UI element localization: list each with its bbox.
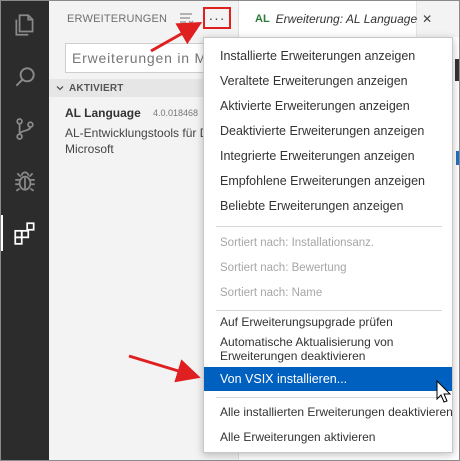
menu-item-show-outdated[interactable]: Veraltete Erweiterungen anzeigen [204,69,452,93]
activity-extensions[interactable] [1,211,49,255]
tab-extension-al-language[interactable]: AL Erweiterung: AL Language ✕ [239,1,432,37]
menu-item-show-builtin[interactable]: Integrierte Erweiterungen anzeigen [204,144,452,168]
tab-bar: AL Erweiterung: AL Language ✕ [239,1,459,37]
extension-publisher: Microsoft [65,142,114,156]
menu-separator [216,397,442,398]
extensions-icon [14,222,35,245]
activity-debug[interactable] [1,159,49,203]
menu-item-sort-installs: Sortiert nach: Installationsanz. [220,237,375,249]
activity-explorer[interactable] [1,3,49,47]
tab-label: Erweiterung: AL Language [275,12,418,26]
debug-icon [15,171,35,192]
menu-item-show-popular[interactable]: Beliebte Erweiterungen anzeigen [204,194,452,218]
activity-search[interactable] [1,55,49,99]
al-file-icon: AL [255,13,270,25]
close-icon[interactable]: ✕ [422,12,432,26]
menu-item-line: Automatische Aktualisierung von [220,335,394,349]
explorer-icon [15,14,34,36]
editor-button-peek [456,151,459,165]
more-actions-button[interactable]: ··· [203,7,231,29]
editor-content-peek [455,59,459,81]
menu-item-show-enabled[interactable]: Aktivierte Erweiterungen anzeigen [204,94,452,118]
chevron-down-icon [56,86,64,91]
sidebar-header: ERWEITERUNGEN ··· [49,1,239,37]
section-label: AKTIVIERT [69,82,124,94]
activity-bar [1,1,49,460]
menu-item-sort-name: Sortiert nach: Name [220,287,323,299]
activity-source-control[interactable] [1,107,49,151]
menu-item-disable-auto-update[interactable]: Automatische Aktualisierung von Erweiter… [204,333,452,365]
more-actions-icon: ··· [208,10,226,26]
menu-item-show-disabled[interactable]: Deaktivierte Erweiterungen anzeigen [204,119,452,143]
extension-version: 4.0.018468 [153,108,199,118]
search-icon [15,67,35,87]
menu-separator [216,226,442,227]
window: ERWEITERUNGEN ··· AKTIVIERT AL Language … [0,0,460,461]
menu-item-check-updates[interactable]: Auf Erweiterungsupgrade prüfen [204,310,452,334]
sidebar-title: ERWEITERUNGEN [67,13,168,25]
more-actions-menu: Installierte Erweiterungen anzeigen Vera… [203,37,453,453]
menu-item-sort-rating: Sortiert nach: Bewertung [220,262,347,274]
menu-item-enable-all[interactable]: Alle Erweiterungen aktivieren [204,425,452,449]
extension-name: AL Language [65,106,141,120]
menu-item-install-vsix[interactable]: Von VSIX installieren... [204,367,452,391]
menu-item-show-installed[interactable]: Installierte Erweiterungen anzeigen [204,44,452,68]
clear-filter-icon[interactable] [179,12,195,26]
source-control-icon [16,118,34,140]
menu-item-show-recommended[interactable]: Empfohlene Erweiterungen anzeigen [204,169,452,193]
menu-item-line: Erweiterungen deaktivieren [220,349,366,363]
menu-item-disable-all[interactable]: Alle installierten Erweiterungen deaktiv… [204,400,453,424]
